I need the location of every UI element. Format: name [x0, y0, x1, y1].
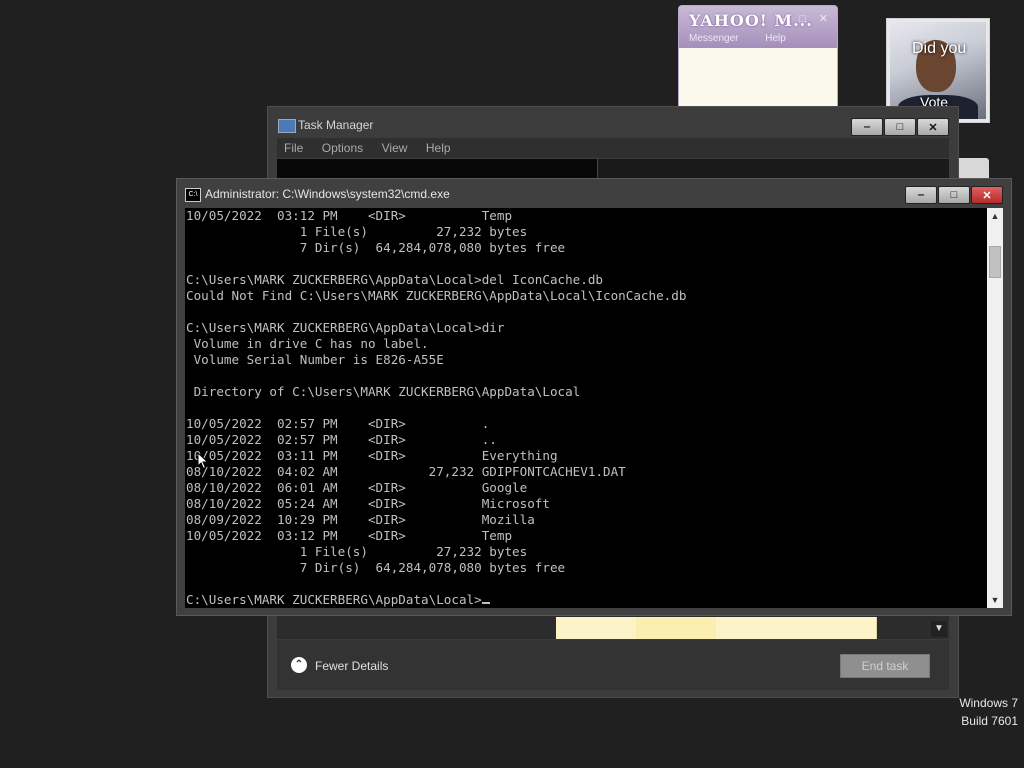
- yahoo-messenger-window[interactable]: YAHOO! M... – □ ✕ Messenger Help: [678, 5, 838, 109]
- cmd-scrollbar[interactable]: ▲ ▼: [987, 208, 1003, 608]
- console-line: 10/05/2022 02:57 PM <DIR> ..: [186, 432, 497, 447]
- console-line: Could Not Find C:\Users\MARK ZUCKERBERG\…: [186, 288, 687, 303]
- console-line: 1 File(s) 27,232 bytes: [186, 224, 528, 239]
- console-text: 10/05/2022 03:12 PM <DIR> Temp 1 File(s)…: [185, 208, 987, 608]
- yahoo-menu-messenger[interactable]: Messenger: [689, 33, 738, 44]
- close-button[interactable]: ✕: [917, 118, 949, 136]
- tab[interactable]: [497, 159, 550, 179]
- scroll-down-arrow-icon[interactable]: ▼: [987, 592, 1003, 608]
- fewer-details-link[interactable]: Fewer Details: [315, 659, 388, 673]
- task-manager-icon: [278, 119, 296, 133]
- console-line: 1 File(s) 27,232 bytes: [186, 544, 528, 559]
- watermark-os: Windows 7: [959, 696, 1018, 710]
- end-task-button[interactable]: End task: [840, 654, 930, 678]
- list-scroll-down-button[interactable]: ▼: [931, 621, 947, 637]
- scroll-up-arrow-icon[interactable]: ▲: [987, 208, 1003, 224]
- resource-cell: [796, 617, 877, 639]
- cmd-titlebar[interactable]: C:\ Administrator: C:\Windows\system32\c…: [177, 179, 1011, 209]
- maximize-button[interactable]: □: [884, 118, 916, 136]
- gadget-edge: [955, 158, 989, 178]
- yahoo-titlebar[interactable]: YAHOO! M... – □ ✕ Messenger Help: [679, 6, 837, 48]
- console-line: Volume Serial Number is E826-A55E: [186, 352, 444, 367]
- task-manager-titlebar[interactable]: Task Manager ‒ □ ✕: [268, 107, 958, 139]
- task-manager-title: Task Manager: [298, 118, 374, 132]
- task-manager-footer: ⌃ Fewer Details End task: [277, 640, 949, 690]
- console-line: 10/05/2022 03:12 PM <DIR> Temp: [186, 528, 513, 543]
- console-line: 08/09/2022 10:29 PM <DIR> Mozilla: [186, 512, 535, 527]
- tab[interactable]: [549, 159, 598, 179]
- yahoo-body: [679, 48, 837, 108]
- console-line: C:\Users\MARK ZUCKERBERG\AppData\Local>d…: [186, 272, 604, 287]
- console-line: 08/10/2022 06:01 AM <DIR> Google: [186, 480, 528, 495]
- menu-view[interactable]: View: [375, 138, 415, 158]
- command-prompt: C:\Users\MARK ZUCKERBERG\AppData\Local>: [186, 592, 482, 607]
- task-manager-tabs: [277, 159, 949, 179]
- console-line: 10/05/2022 03:12 PM <DIR> Temp: [186, 208, 513, 223]
- console-line: Directory of C:\Users\MARK ZUCKERBERG\Ap…: [186, 384, 581, 399]
- console-line: 08/10/2022 04:02 AM 27,232 GDIPFONTCACHE…: [186, 464, 626, 479]
- text-cursor: [481, 602, 490, 604]
- resource-cell: [636, 617, 717, 639]
- tab[interactable]: [411, 159, 454, 179]
- tab[interactable]: [453, 159, 498, 179]
- yahoo-menubar: Messenger Help: [689, 33, 810, 44]
- minimize-button[interactable]: ‒: [905, 186, 937, 204]
- close-button[interactable]: ✕: [971, 186, 1003, 204]
- menu-file[interactable]: File: [277, 138, 310, 158]
- resource-cell: [556, 617, 637, 639]
- mouse-pointer-icon: [197, 452, 209, 470]
- maximize-button[interactable]: □: [938, 186, 970, 204]
- cmd-title: Administrator: C:\Windows\system32\cmd.e…: [205, 187, 450, 201]
- menu-help[interactable]: Help: [419, 138, 458, 158]
- resource-cell: [716, 617, 797, 639]
- console-output[interactable]: 10/05/2022 03:12 PM <DIR> Temp 1 File(s)…: [185, 208, 987, 608]
- tab[interactable]: [277, 159, 340, 179]
- tab[interactable]: [339, 159, 412, 179]
- cmd-window[interactable]: C:\ Administrator: C:\Windows\system32\c…: [176, 178, 1012, 616]
- gadget-caption-top: Did you: [912, 40, 967, 57]
- windows-build-watermark: Windows 7 Build 7601: [959, 694, 1018, 730]
- console-line: C:\Users\MARK ZUCKERBERG\AppData\Local>d…: [186, 320, 505, 335]
- task-manager-menubar: File Options View Help: [277, 138, 949, 158]
- gadget-photo: Did you Vote: [890, 22, 986, 119]
- watermark-build: Build 7601: [961, 714, 1018, 728]
- yahoo-menu-help[interactable]: Help: [765, 33, 786, 44]
- minimize-button[interactable]: ‒: [851, 118, 883, 136]
- chevron-up-icon[interactable]: ⌃: [291, 657, 307, 673]
- yahoo-window-controls[interactable]: – □ ✕: [780, 12, 833, 25]
- cmd-icon: C:\: [185, 188, 201, 202]
- menu-options[interactable]: Options: [315, 138, 370, 158]
- console-line: 10/05/2022 03:11 PM <DIR> Everything: [186, 448, 558, 463]
- console-line: Volume in drive C has no label.: [186, 336, 429, 351]
- console-line: 7 Dir(s) 64,284,078,080 bytes free: [186, 240, 566, 255]
- scroll-thumb[interactable]: [989, 246, 1001, 278]
- console-line: 7 Dir(s) 64,284,078,080 bytes free: [186, 560, 566, 575]
- console-line: 08/10/2022 05:24 AM <DIR> Microsoft: [186, 496, 550, 511]
- console-line: 10/05/2022 02:57 PM <DIR> .: [186, 416, 490, 431]
